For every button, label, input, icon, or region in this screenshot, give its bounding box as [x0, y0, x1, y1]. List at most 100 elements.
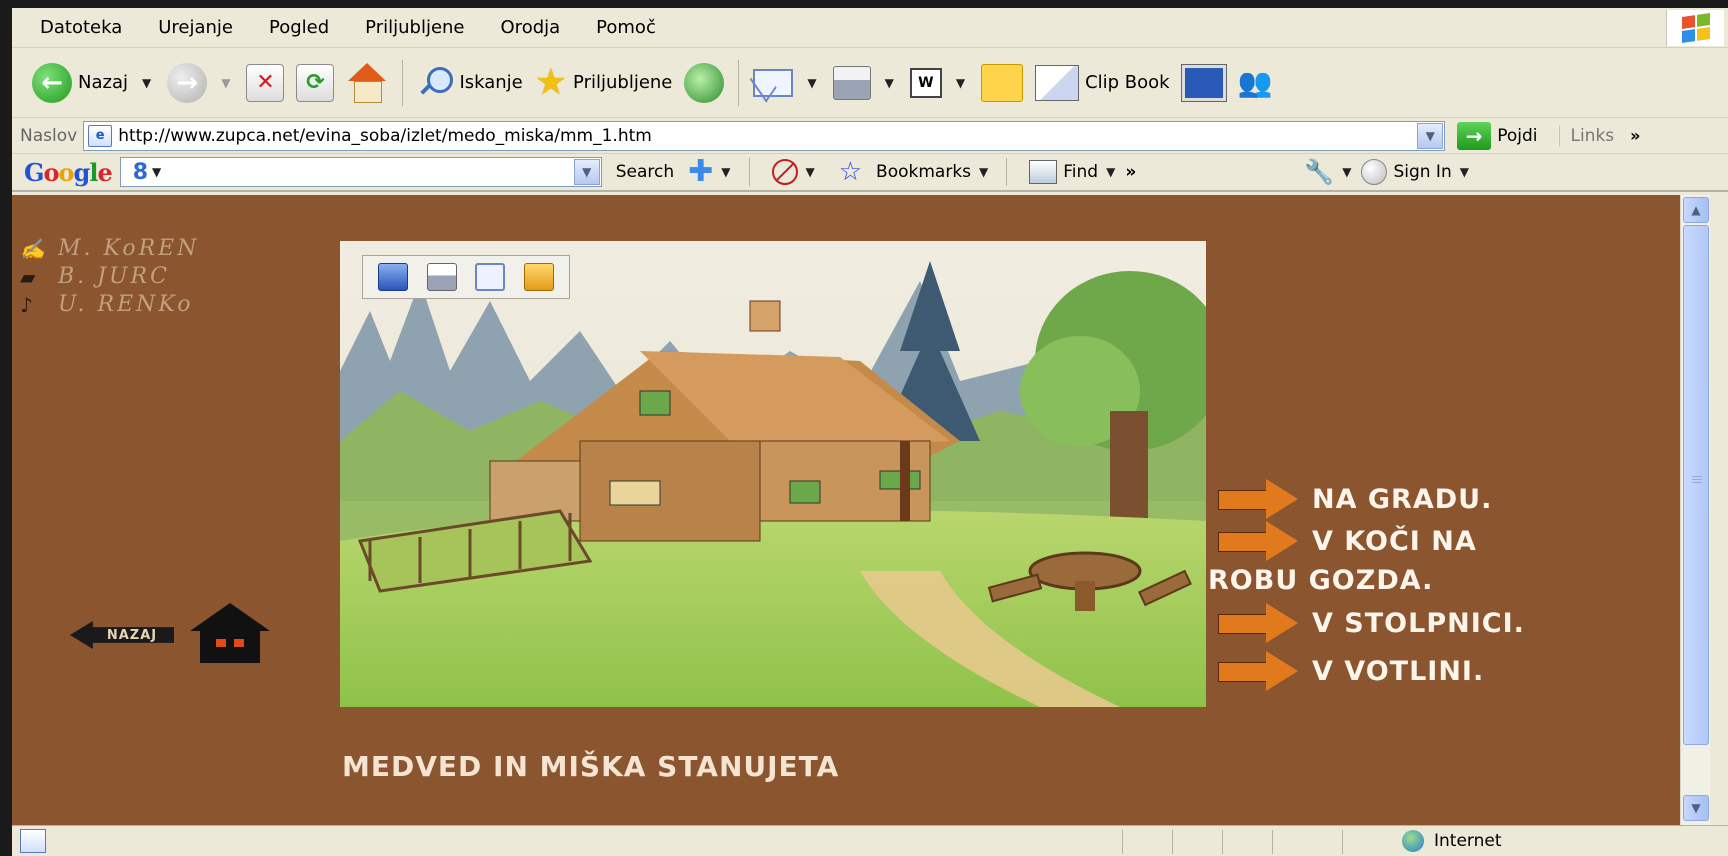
answer-v-koci[interactable]: V KOČI NA [1218, 521, 1477, 561]
answer-v-stolpnici[interactable]: V STOLPNICI. [1218, 603, 1525, 643]
orange-arrow-icon [1218, 651, 1300, 691]
menu-tools[interactable]: Orodja [483, 17, 579, 38]
scroll-grip [1692, 476, 1702, 477]
house-window [234, 639, 244, 647]
refresh-button[interactable]: ⟳ [290, 56, 340, 110]
print-button[interactable] [827, 56, 877, 110]
answer-label: V KOČI NA [1312, 525, 1477, 557]
address-dropdown-icon[interactable]: ▼ [1417, 122, 1444, 149]
settings-button[interactable]: 🔧 ▼ [1304, 158, 1361, 186]
bookmarks-dropdown-icon[interactable]: ▼ [979, 165, 988, 179]
house-window [216, 639, 226, 647]
scroll-thumb[interactable] [1683, 225, 1709, 745]
menu-view[interactable]: Pogled [251, 17, 347, 38]
credit-text: ✍ M. KoREN [20, 235, 199, 263]
status-divider [1342, 830, 1343, 854]
vertical-scrollbar[interactable]: ▲ ▼ [1680, 195, 1710, 825]
bookmarks-star-icon: ☆ [838, 157, 863, 187]
toolbar-separator [1006, 158, 1008, 186]
answer-na-gradu[interactable]: NA GRADU. [1218, 479, 1492, 519]
edit-button[interactable]: W [904, 56, 948, 110]
orange-arrow-icon [1218, 521, 1300, 561]
plus-dropdown-icon[interactable]: ▼ [721, 165, 730, 179]
google-search-label: Search [615, 162, 675, 182]
back-button[interactable]: ← Nazaj [26, 56, 134, 110]
media-icon [684, 62, 725, 103]
back-dropdown-icon[interactable]: ▼ [142, 76, 151, 90]
address-input[interactable] [118, 125, 1409, 146]
home-house-icon[interactable] [190, 603, 270, 667]
windows-logo-icon [1666, 10, 1724, 46]
google-search-box: 8 ▼ ▼ [119, 157, 602, 187]
answer-label-line2: ROBU GOZDA. [1208, 565, 1434, 596]
google-search-button[interactable]: Search [616, 162, 674, 182]
toolbar-separator [748, 158, 750, 186]
google-plus-button[interactable]: ✚ ▼ [688, 157, 740, 187]
back-link[interactable]: NAZAJ [70, 603, 270, 667]
note-button[interactable] [975, 56, 1029, 110]
popup-dropdown-icon[interactable]: ▼ [806, 165, 815, 179]
print-dropdown-icon[interactable]: ▼ [885, 76, 894, 90]
forward-button[interactable]: → [161, 56, 213, 110]
security-zone: Internet [1402, 830, 1502, 852]
print-image-icon[interactable] [426, 263, 457, 291]
find-dropdown-icon[interactable]: ▼ [1106, 165, 1115, 179]
settings-dropdown-icon[interactable]: ▼ [1342, 165, 1351, 179]
mail-button[interactable] [747, 56, 799, 110]
menu-edit[interactable]: Urejanje [140, 17, 251, 38]
google-more-icon[interactable]: » [1125, 162, 1136, 182]
go-button[interactable]: → Pojdi [1457, 121, 1537, 150]
links-button[interactable]: Links [1559, 125, 1614, 146]
home-icon [346, 62, 388, 103]
find-button[interactable]: Find ▼ [1029, 160, 1125, 184]
links-more-icon[interactable]: » [1630, 126, 1640, 145]
edit-dropdown-icon[interactable]: ▼ [956, 76, 965, 90]
mail-icon [753, 68, 794, 97]
media-button[interactable] [678, 56, 730, 110]
search-button[interactable]: Iskanje [411, 56, 528, 110]
google-toolbar: Google 8 ▼ ▼ Search ✚ ▼ ▼ ☆ Bookmarks ▼ Fin… [12, 154, 1728, 192]
popup-blocker-button[interactable]: ▼ [771, 159, 825, 185]
favorites-button[interactable]: ★ Priljubljene [529, 56, 679, 110]
home-button[interactable] [340, 56, 394, 110]
answer-v-votlini[interactable]: V VOTLINI. [1218, 651, 1484, 691]
favorites-star-icon: ★ [534, 62, 568, 103]
google-g-icon[interactable]: 8 [133, 160, 148, 185]
address-box: e ▼ [83, 120, 1446, 151]
menu-favorites[interactable]: Priljubljene [347, 17, 482, 38]
email-image-icon[interactable] [475, 263, 506, 291]
my-pictures-icon[interactable] [523, 263, 554, 291]
google-g-dropdown-icon[interactable]: ▼ [152, 165, 161, 179]
browser-window: Datoteka Urejanje Pogled Priljubljene Or… [12, 8, 1728, 856]
sign-in-icon [1361, 159, 1388, 185]
scroll-down-icon[interactable]: ▼ [1683, 795, 1709, 821]
stop-button[interactable]: ✕ [240, 56, 290, 110]
forward-dropdown-icon[interactable]: ▼ [221, 76, 230, 90]
clipbook-icon [1035, 64, 1080, 101]
google-logo[interactable]: Google [24, 158, 113, 187]
sign-in-button[interactable]: Sign In ▼ [1361, 159, 1479, 185]
answer-v-koci-line2[interactable]: ROBU GOZDA. [1208, 565, 1433, 596]
credits: ✍ M. KoREN ▰ B. JURC ♪ U. RENKo [20, 235, 199, 319]
mail-dropdown-icon[interactable]: ▼ [807, 76, 816, 90]
google-search-dropdown-icon[interactable]: ▼ [573, 159, 600, 185]
screen-button[interactable] [1176, 56, 1232, 110]
sign-in-dropdown-icon[interactable]: ▼ [1460, 165, 1469, 179]
google-search-input[interactable] [167, 163, 568, 181]
messenger-button[interactable]: 👥 [1232, 56, 1279, 110]
back-arrow-icon: ← [32, 62, 72, 103]
search-label: Iskanje [459, 72, 523, 93]
bookmarks-button[interactable]: ☆ Bookmarks ▼ [839, 157, 999, 187]
go-arrow-icon: → [1457, 121, 1492, 150]
save-image-icon[interactable] [378, 263, 409, 291]
zone-label: Internet [1434, 831, 1502, 851]
clipbook-button[interactable]: Clip Book [1029, 56, 1176, 110]
menu-help[interactable]: Pomoč [578, 17, 674, 38]
menu-file[interactable]: Datoteka [22, 17, 140, 38]
scroll-up-icon[interactable]: ▲ [1683, 197, 1709, 223]
find-icon [1029, 160, 1058, 184]
cabin-painting [340, 241, 1206, 707]
status-divider [1272, 830, 1273, 854]
cabin-illustration [340, 241, 1206, 707]
address-bar: Naslov e ▼ → Pojdi Links » [12, 118, 1728, 154]
